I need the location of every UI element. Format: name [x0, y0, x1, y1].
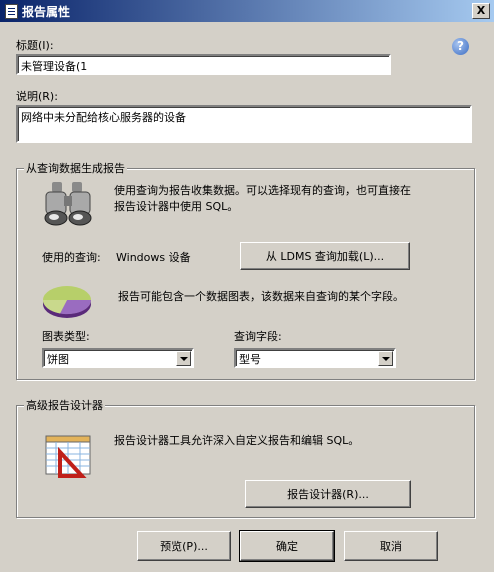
load-query-button[interactable]: 从 LDMS 查询加载(L)... [240, 242, 410, 270]
description-input-value: 网络中未分配给核心服务器的设备 [21, 111, 186, 124]
chevron-down-icon[interactable] [176, 351, 191, 366]
title-bar[interactable]: 报告属性 X [0, 0, 494, 22]
report-designer-button[interactable]: 报告设计器(R)... [245, 480, 411, 508]
ok-button[interactable]: 确定 [239, 530, 335, 562]
title-input-value: 未管理设备(1 [21, 60, 88, 73]
query-field-value: 型号 [239, 353, 261, 366]
chart-type-select[interactable]: 饼图 [42, 348, 194, 368]
help-icon[interactable]: ? [452, 38, 469, 55]
report-designer-icon [44, 432, 94, 478]
query-used-value: Windows 设备 [116, 251, 191, 264]
query-field-select[interactable]: 型号 [234, 348, 396, 368]
description-input[interactable]: 网络中未分配给核心服务器的设备 [16, 105, 472, 143]
title-label: 标题(I): [16, 39, 54, 52]
query-intro-line1: 使用查询为报告收集数据。可以选择现有的查询，也可直接在 [114, 184, 411, 197]
chart-type-value: 饼图 [47, 353, 69, 366]
chart-description: 报告可能包含一个数据图表，该数据来自查询的某个字段。 [118, 290, 404, 303]
report-icon [5, 4, 18, 19]
advanced-group-legend: 高级报告设计器 [24, 397, 105, 413]
title-input[interactable]: 未管理设备(1 [16, 54, 391, 75]
query-intro-line2: 报告设计器中使用 SQL。 [114, 200, 239, 213]
binoculars-icon [40, 180, 96, 228]
window-title: 报告属性 [22, 5, 71, 19]
cancel-button[interactable]: 取消 [344, 531, 438, 561]
query-group-legend: 从查询数据生成报告 [24, 160, 127, 176]
pie-chart-icon [40, 282, 94, 322]
chart-type-label: 图表类型: [42, 330, 90, 343]
query-used-label: 使用的查询: [42, 251, 101, 264]
preview-button[interactable]: 预览(P)... [137, 531, 231, 561]
query-field-label: 查询字段: [234, 330, 282, 343]
close-button[interactable]: X [472, 3, 490, 19]
chevron-down-icon[interactable] [378, 351, 393, 366]
advanced-description: 报告设计器工具允许深入自定义报告和编辑 SQL。 [114, 434, 360, 447]
description-label: 说明(R): [16, 90, 58, 103]
